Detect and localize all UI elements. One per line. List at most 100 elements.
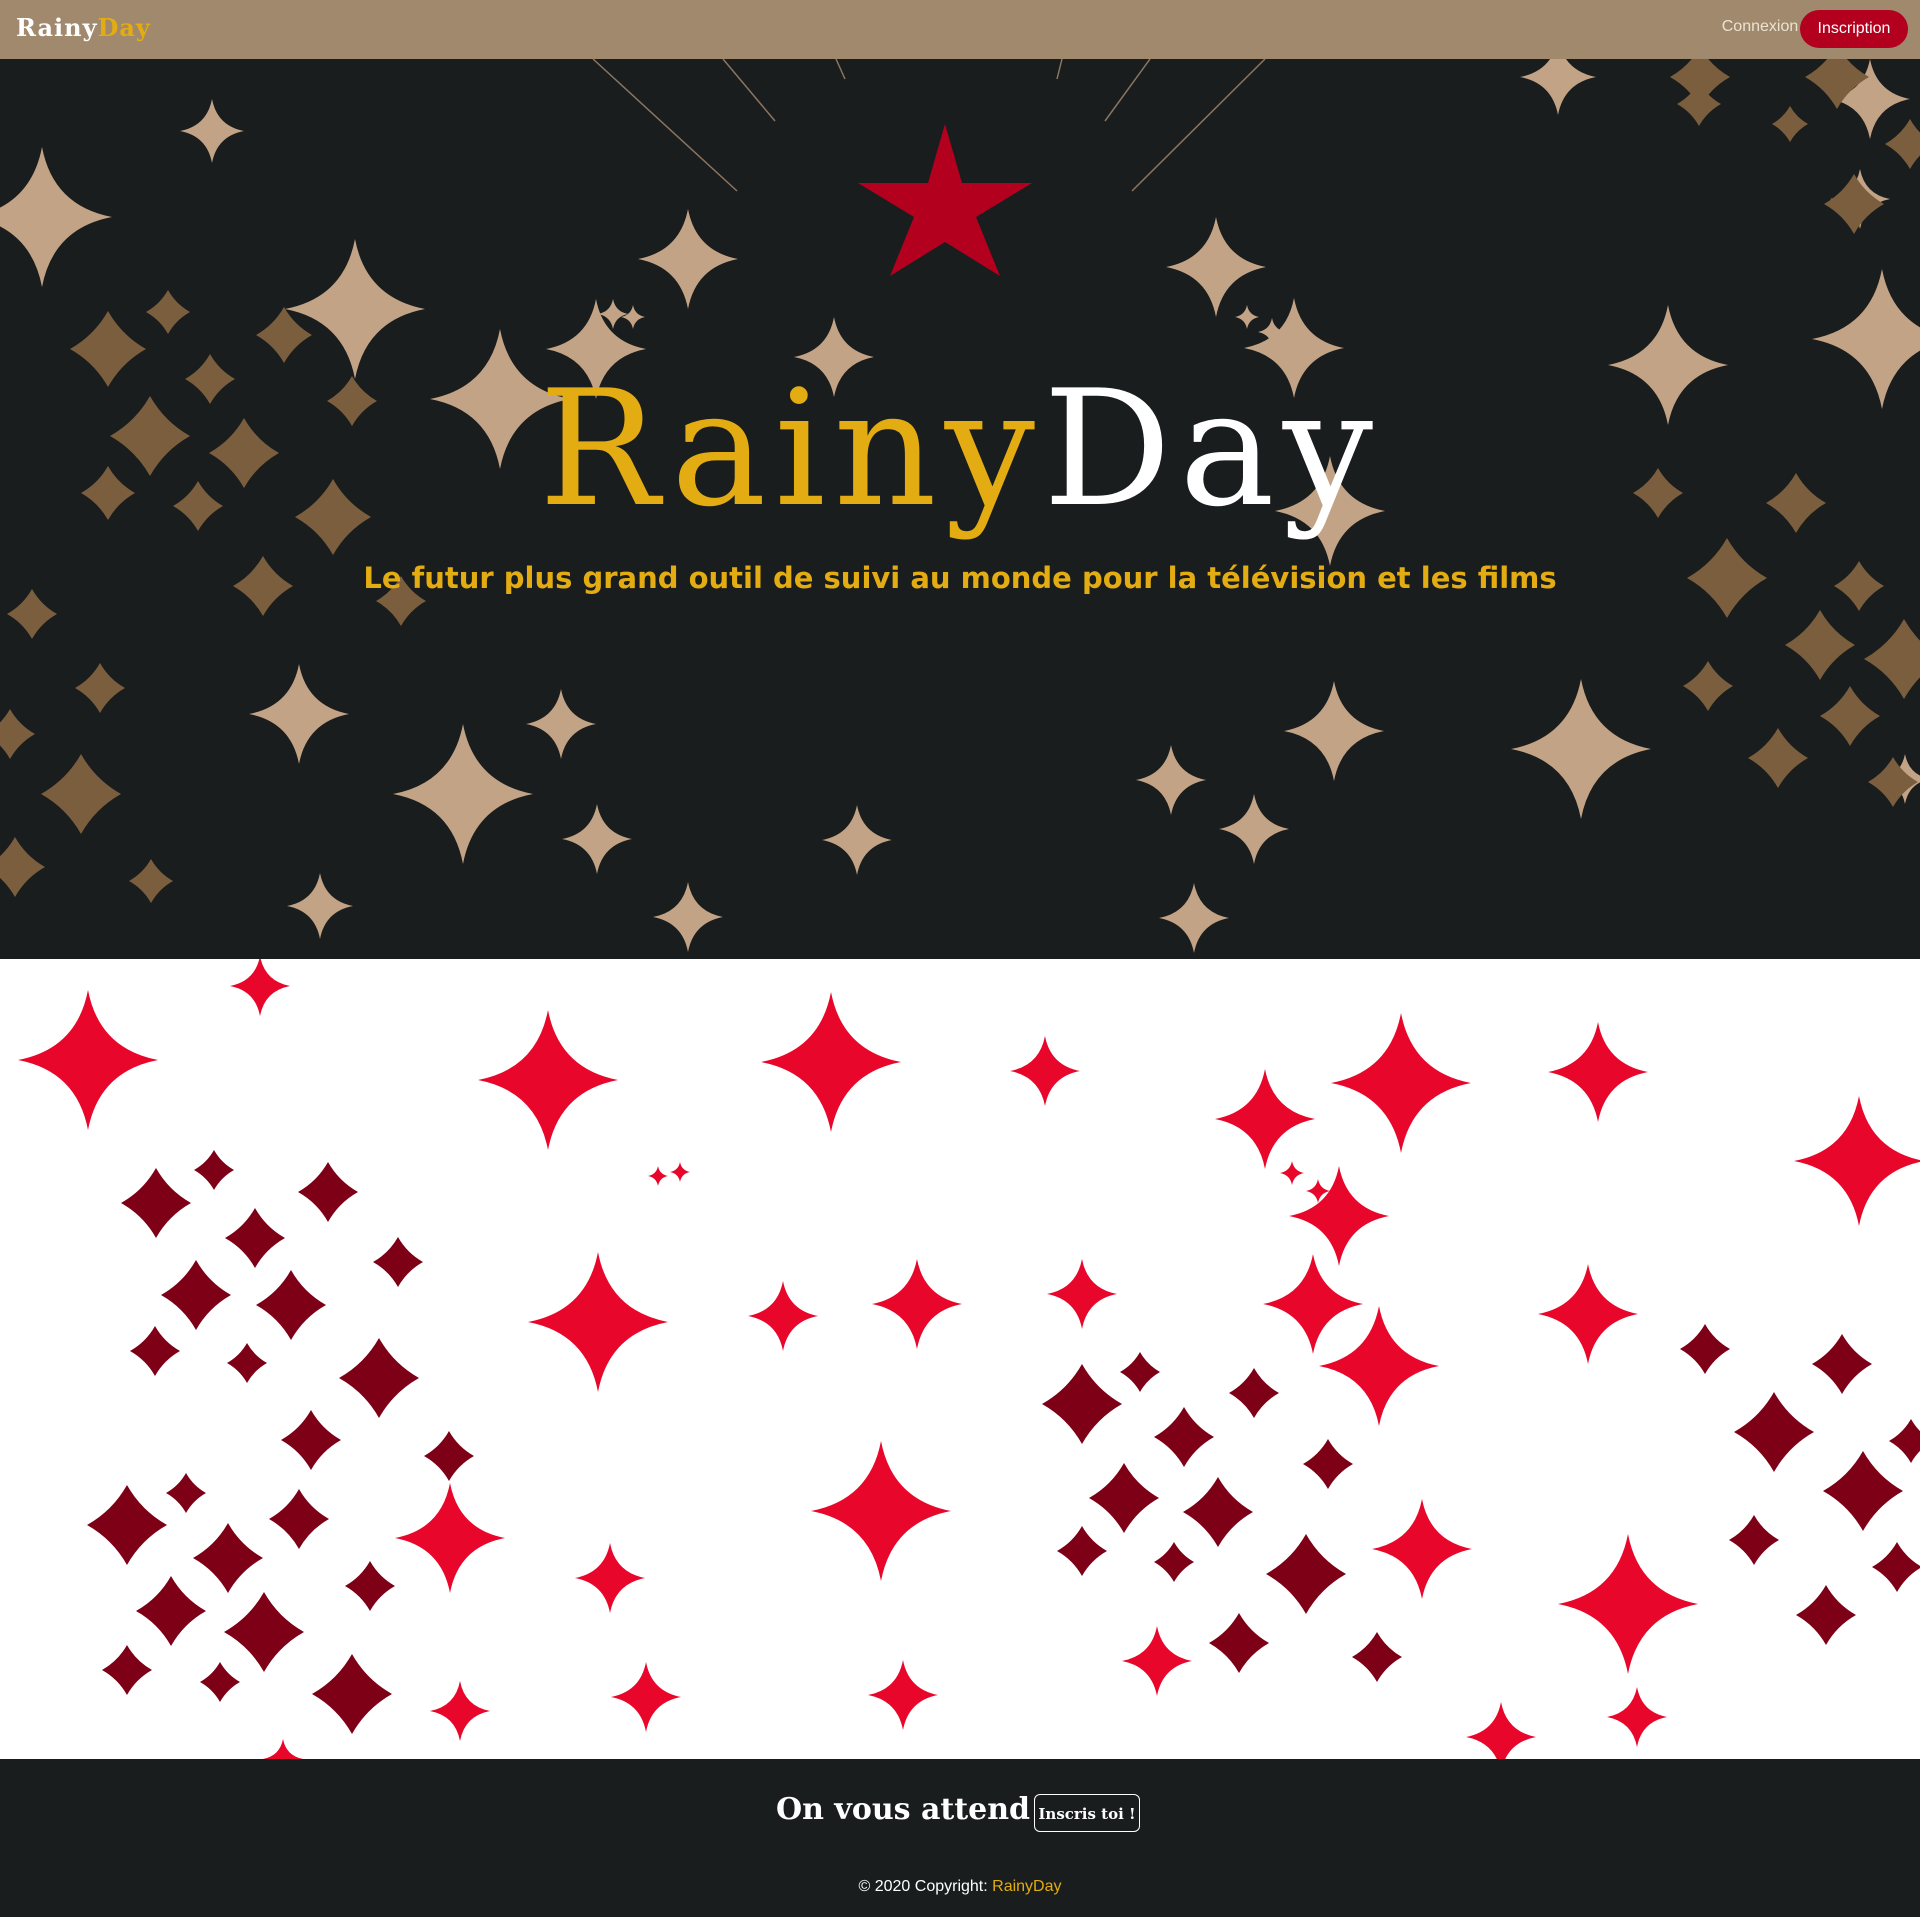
- sparkle-icon: [41, 754, 121, 834]
- sparkle-icon: [1734, 1392, 1814, 1472]
- hero-logo: RainyDay: [0, 369, 1920, 529]
- brand-logo[interactable]: RainyDay: [16, 13, 151, 42]
- sparkle-icon: [1136, 745, 1206, 815]
- sparkle-icon: [393, 724, 533, 864]
- sparkle-icon: [1209, 1613, 1269, 1673]
- sparkle-icon: [0, 709, 35, 759]
- sparkle-icon: [424, 1431, 474, 1481]
- sparkle-icon: [1047, 1259, 1117, 1329]
- sparkle-icon: [256, 307, 312, 363]
- sparkle-icon: [1520, 59, 1596, 115]
- sparkle-icon: [1548, 1022, 1648, 1122]
- mid-sparkles: [18, 959, 1920, 1759]
- sparkle-icon: [1319, 1306, 1439, 1426]
- sparkle-icon: [1303, 1439, 1353, 1489]
- sparkle-icon: [621, 305, 645, 329]
- sparkle-icon: [166, 1473, 206, 1513]
- sparkle-icon: [430, 1681, 490, 1741]
- sparkle-icon: [1154, 1407, 1214, 1467]
- sparkle-icon: [1372, 1499, 1472, 1599]
- sparkle-icon: [1885, 119, 1920, 169]
- sparkle-icon: [285, 239, 425, 379]
- sparkle-icon: [1683, 661, 1733, 711]
- sparkle-icon: [648, 1166, 668, 1186]
- sparkle-icon: [1166, 217, 1266, 317]
- light-rays: [592, 59, 1266, 192]
- sparkle-icon: [1042, 1364, 1122, 1444]
- sparkle-icon: [611, 1662, 681, 1732]
- sparkle-icon: [748, 1281, 818, 1351]
- sparkle-icon: [161, 1260, 231, 1330]
- sparkle-icon: [1794, 1096, 1920, 1226]
- sparkle-icon: [194, 1150, 234, 1190]
- sparkle-icon: [1772, 106, 1808, 142]
- copyright-text: © 2020 Copyright: RainyDay: [0, 1878, 1920, 1896]
- cta-signup-button[interactable]: Inscris toi !: [1034, 1794, 1140, 1832]
- sparkle-icon: [256, 1270, 326, 1340]
- sparkle-icon: [868, 1660, 938, 1730]
- sparkle-icon: [193, 1523, 263, 1593]
- sparkle-icon: [1159, 883, 1229, 953]
- sparkle-icon: [1868, 757, 1918, 807]
- sparkle-icon: [136, 1576, 206, 1646]
- sparkle-icon: [1229, 1368, 1279, 1418]
- cta-heading: On vous attend: [776, 1792, 1031, 1827]
- sparkle-icon: [227, 1343, 267, 1383]
- sparkle-icon: [1812, 1334, 1872, 1394]
- sparkle-icon: [1748, 728, 1808, 788]
- sparkle-icon: [230, 959, 290, 1016]
- sparkle-icon: [822, 805, 892, 875]
- sparkle-icon: [1235, 305, 1259, 329]
- sparkle-icon: [1677, 82, 1721, 126]
- sparkle-decoration: [18, 959, 1920, 1759]
- red-star-icon: [858, 124, 1032, 276]
- sparkle-icon: [1872, 1542, 1920, 1592]
- signup-button[interactable]: Inscription: [1800, 10, 1908, 48]
- sparkle-icon: [287, 873, 353, 939]
- login-link[interactable]: Connexion: [1710, 18, 1810, 36]
- sparkle-icon: [1864, 619, 1920, 699]
- brand-logo-part2: Day: [97, 13, 151, 42]
- sparkle-icon: [1215, 1069, 1315, 1169]
- sparkle-icon: [395, 1483, 505, 1593]
- sparkle-icon: [638, 209, 738, 309]
- sparkle-icon: [146, 290, 190, 334]
- sparkle-icon: [1785, 610, 1855, 680]
- sparkle-icon: [1511, 679, 1651, 819]
- sparkle-icon: [670, 1162, 690, 1182]
- sparkle-icon: [102, 1645, 152, 1695]
- sparkle-icon: [1352, 1632, 1402, 1682]
- sparkle-icon: [18, 990, 158, 1130]
- sparkle-icon: [1183, 1477, 1253, 1547]
- sparkle-icon: [180, 99, 244, 163]
- copyright-brand-link[interactable]: RainyDay: [992, 1878, 1061, 1895]
- sparkle-icon: [562, 804, 632, 874]
- hero-logo-part2: Day: [1043, 355, 1382, 542]
- sparkle-icon: [225, 1208, 285, 1268]
- sparkle-icon: [1889, 1419, 1920, 1463]
- sparkle-icon: [121, 1168, 191, 1238]
- sparkle-icon: [1729, 1515, 1779, 1565]
- sparkle-icon: [1010, 1036, 1080, 1106]
- hero-section: RainyDay Le futur plus grand outil de su…: [0, 59, 1920, 959]
- sparkle-icon: [478, 1010, 618, 1150]
- sparkle-icon: [575, 1543, 645, 1613]
- sparkle-icon: [1280, 1161, 1304, 1185]
- sparkle-icon: [269, 1489, 329, 1549]
- sparkle-icon: [75, 663, 125, 713]
- sparkle-icon: [0, 147, 112, 287]
- hero-tagline: Le futur plus grand outil de suivi au mo…: [363, 561, 1557, 595]
- sparkle-icon: [1219, 794, 1289, 864]
- copyright-prefix: © 2020 Copyright:: [858, 1878, 993, 1895]
- sparkle-icon: [811, 1441, 951, 1581]
- sparkle-icon: [1680, 1324, 1730, 1374]
- sparkle-icon: [761, 992, 901, 1132]
- sparkle-icon: [1607, 1687, 1667, 1747]
- sparkle-icon: [1089, 1463, 1159, 1533]
- sparkle-icon: [1820, 686, 1880, 746]
- sparkle-icon: [1057, 1526, 1107, 1576]
- footer: On vous attend Inscris toi ! © 2020 Copy…: [0, 1759, 1920, 1917]
- sparkle-icon: [1289, 1166, 1389, 1266]
- sparkle-icon: [1558, 1534, 1698, 1674]
- sparkle-icon: [1120, 1352, 1160, 1392]
